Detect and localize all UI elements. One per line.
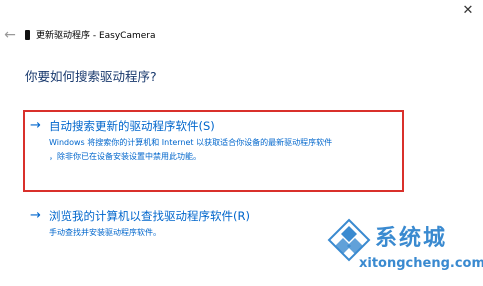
dialog-title: 更新驱动程序 - EasyCamera xyxy=(36,31,156,41)
device-icon xyxy=(25,29,30,40)
browse-computer-option[interactable]: → 浏览我的计算机以查找驱动程序软件(R) 手动查找并安装驱动程序软件。 xyxy=(30,208,250,240)
auto-search-title[interactable]: 自动搜索更新的驱动程序软件(S) xyxy=(49,118,332,134)
close-icon: ✕ xyxy=(462,3,474,18)
driver-update-dialog: ✕ ← 更新驱动程序 - EasyCamera 你要如何搜索驱动程序? → 自动… xyxy=(0,0,483,286)
auto-search-desc-line2: ，除非你已在设备安装设置中禁用此功能。 xyxy=(49,152,201,161)
arrow-right-icon: → xyxy=(30,118,41,133)
back-button[interactable]: ← xyxy=(2,27,18,43)
arrow-right-icon: → xyxy=(30,208,41,223)
watermark-url: xitongcheng.com xyxy=(359,256,483,271)
page-heading: 你要如何搜索驱动程序? xyxy=(25,69,157,84)
dialog-title-bar: 更新驱动程序 - EasyCamera xyxy=(25,28,156,41)
auto-search-option[interactable]: → 自动搜索更新的驱动程序软件(S) Windows 将搜索你的计算机和 Int… xyxy=(30,118,332,164)
close-button[interactable]: ✕ xyxy=(457,2,479,20)
browse-computer-desc: 手动查找并安装驱动程序软件。 xyxy=(49,228,161,237)
back-arrow-icon: ← xyxy=(4,27,16,43)
browse-computer-title[interactable]: 浏览我的计算机以查找驱动程序软件(R) xyxy=(49,208,250,224)
watermark: 系统城 xitongcheng.com xyxy=(327,216,483,278)
watermark-brand: 系统城 xyxy=(375,226,448,251)
auto-search-desc-line1: Windows 将搜索你的计算机和 Internet 以获取适合你设备的最新驱动… xyxy=(49,138,333,147)
